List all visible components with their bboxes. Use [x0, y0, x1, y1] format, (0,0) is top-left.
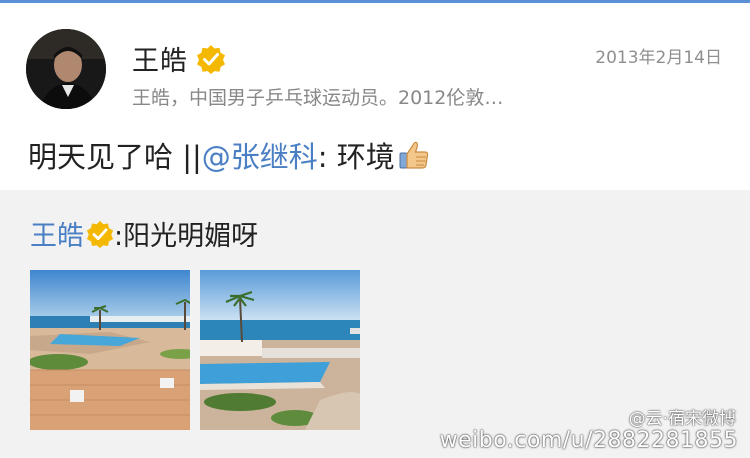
photo-thumbnail[interactable]	[200, 270, 360, 430]
watermark-logo: @云·宿宋微博	[628, 409, 736, 429]
weibo-post: 王皓 2013年2月14日 王皓，中国男子乒乓球运动员。2012伦敦… 明天见了…	[0, 3, 750, 190]
author-row: 王皓	[132, 39, 226, 78]
repost-text: 王皓 :阳光明媚呀	[30, 214, 258, 253]
author-name[interactable]: 王皓	[132, 39, 188, 78]
thumbs-up-icon	[399, 141, 428, 169]
avatar[interactable]	[26, 29, 106, 109]
author-description: 王皓，中国男子乒乓球运动员。2012伦敦…	[132, 87, 504, 109]
watermark-url: weibo.com/u/2882281855	[439, 428, 738, 453]
repost-author-name[interactable]: 王皓	[30, 214, 84, 253]
post-text-body: 明天见了哈 ||	[28, 140, 202, 174]
photo-thumbnail[interactable]	[30, 270, 190, 430]
repost-body: :阳光明媚呀	[114, 221, 259, 252]
post-text-tail: : 环境	[317, 140, 395, 174]
mention-link[interactable]: @张继科	[202, 134, 318, 176]
verified-badge-icon	[197, 44, 225, 74]
post-time: 2013年2月14日	[595, 48, 722, 68]
verified-badge-icon	[86, 220, 114, 248]
post-text: 明天见了哈 || @张继科 : 环境	[28, 134, 431, 176]
